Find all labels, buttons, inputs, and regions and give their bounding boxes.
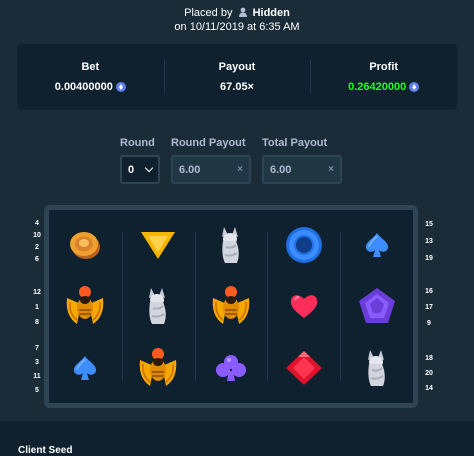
payline-number: 12	[33, 289, 41, 296]
scarab-icon	[135, 345, 181, 391]
payline-number: 9	[427, 320, 431, 327]
payline-number: 6	[35, 256, 39, 263]
payline-number: 7	[35, 345, 39, 352]
wolf-icon	[354, 345, 400, 391]
stat-bet-value: 0.00400000	[54, 81, 113, 93]
stat-payout-value: 67.05×	[220, 81, 254, 93]
round-select-group: Round 0	[120, 137, 160, 184]
scarab-icon	[208, 283, 254, 329]
stat-profit-label: Profit	[369, 61, 399, 73]
total-payout-field[interactable]: 6.00 ×	[262, 155, 342, 184]
left-payline-group: 12 1 8	[30, 273, 44, 330]
ethereum-icon	[115, 82, 126, 92]
stat-profit-value: 0.26420000	[348, 81, 407, 93]
bet-header: Placed by Hidden on 10/11/2019 at 6:35 A…	[0, 6, 474, 34]
reel-column	[340, 210, 413, 403]
payline-number: 8	[35, 319, 39, 326]
placed-by-label: Placed by	[184, 7, 233, 19]
multiplier-x-icon: ×	[237, 164, 243, 175]
reel-column	[267, 210, 340, 403]
reel-column	[121, 210, 195, 403]
payline-number: 17	[425, 304, 433, 311]
reel-column	[49, 210, 122, 403]
right-payline-group: 18 20 14	[421, 346, 437, 396]
scarab-icon	[62, 283, 108, 329]
coin-icon	[62, 222, 108, 268]
payline-number: 1	[35, 304, 39, 311]
payline-number: 14	[425, 385, 433, 392]
reel-column	[194, 210, 268, 403]
payline-number: 16	[425, 288, 433, 295]
stat-payout-label: Payout	[218, 61, 256, 73]
total-payout-label: Total Payout	[262, 137, 328, 149]
round-controls: Round 0 Round Payout 6.00 × Total Payout…	[120, 137, 342, 184]
stat-profit: Profit 0.26420000	[310, 44, 457, 110]
stat-bet: Bet 0.00400000	[17, 44, 164, 110]
payline-number: 18	[425, 355, 433, 362]
round-payout-group: Round Payout 6.00 ×	[171, 137, 251, 184]
round-payout-field[interactable]: 6.00 ×	[171, 155, 251, 184]
chevron-down-icon	[144, 163, 154, 173]
left-paylines: 4 10 2 6 12 1 8 7 3 11 5	[30, 218, 44, 398]
spade-icon	[62, 345, 108, 391]
ethereum-icon	[409, 82, 420, 92]
spade-icon	[354, 222, 400, 268]
payline-number: 3	[35, 359, 39, 366]
heart-icon	[281, 283, 327, 329]
round-select[interactable]: 0	[120, 155, 160, 184]
triangle-icon	[135, 222, 181, 268]
left-payline-group: 4 10 2 6	[30, 218, 44, 273]
username: Hidden	[252, 7, 290, 19]
payline-number: 2	[35, 244, 39, 251]
payline-number: 5	[35, 387, 39, 394]
payline-number: 13	[425, 238, 433, 245]
total-payout-group: Total Payout 6.00 ×	[262, 137, 342, 184]
payline-number: 20	[425, 370, 433, 377]
round-value: 0	[128, 163, 135, 176]
right-payline-group: 15 13 19	[421, 218, 437, 278]
slot-reels	[44, 205, 418, 408]
payline-number: 4	[35, 220, 39, 227]
round-payout-value: 6.00	[179, 163, 201, 176]
round-label: Round	[120, 137, 155, 149]
client-seed-label: Client Seed	[18, 445, 73, 456]
wolf-icon	[208, 222, 254, 268]
diamond-icon	[281, 345, 327, 391]
payline-number: 15	[425, 221, 433, 228]
left-payline-group: 7 3 11 5	[30, 330, 44, 398]
wolf-icon	[135, 283, 181, 329]
payline-number: 10	[33, 232, 41, 239]
stat-payout: Payout 67.05×	[163, 44, 311, 110]
payline-number: 11	[33, 373, 41, 380]
bet-stats-panel: Bet 0.00400000 Payout 67.05× Profit 0.26…	[17, 44, 457, 110]
round-payout-label: Round Payout	[171, 137, 246, 149]
pentagon-icon	[354, 283, 400, 329]
stat-bet-label: Bet	[81, 61, 100, 73]
club-icon	[208, 345, 254, 391]
ring-icon	[281, 222, 327, 268]
multiplier-x-icon: ×	[328, 164, 334, 175]
bet-date: on 10/11/2019 at 6:35 AM	[174, 21, 300, 33]
right-payline-group: 16 17 9	[421, 278, 437, 346]
payline-number: 19	[425, 255, 433, 262]
total-payout-value: 6.00	[270, 163, 292, 176]
user-icon	[238, 7, 247, 17]
right-paylines: 15 13 19 16 17 9 18 20 14	[421, 218, 437, 396]
